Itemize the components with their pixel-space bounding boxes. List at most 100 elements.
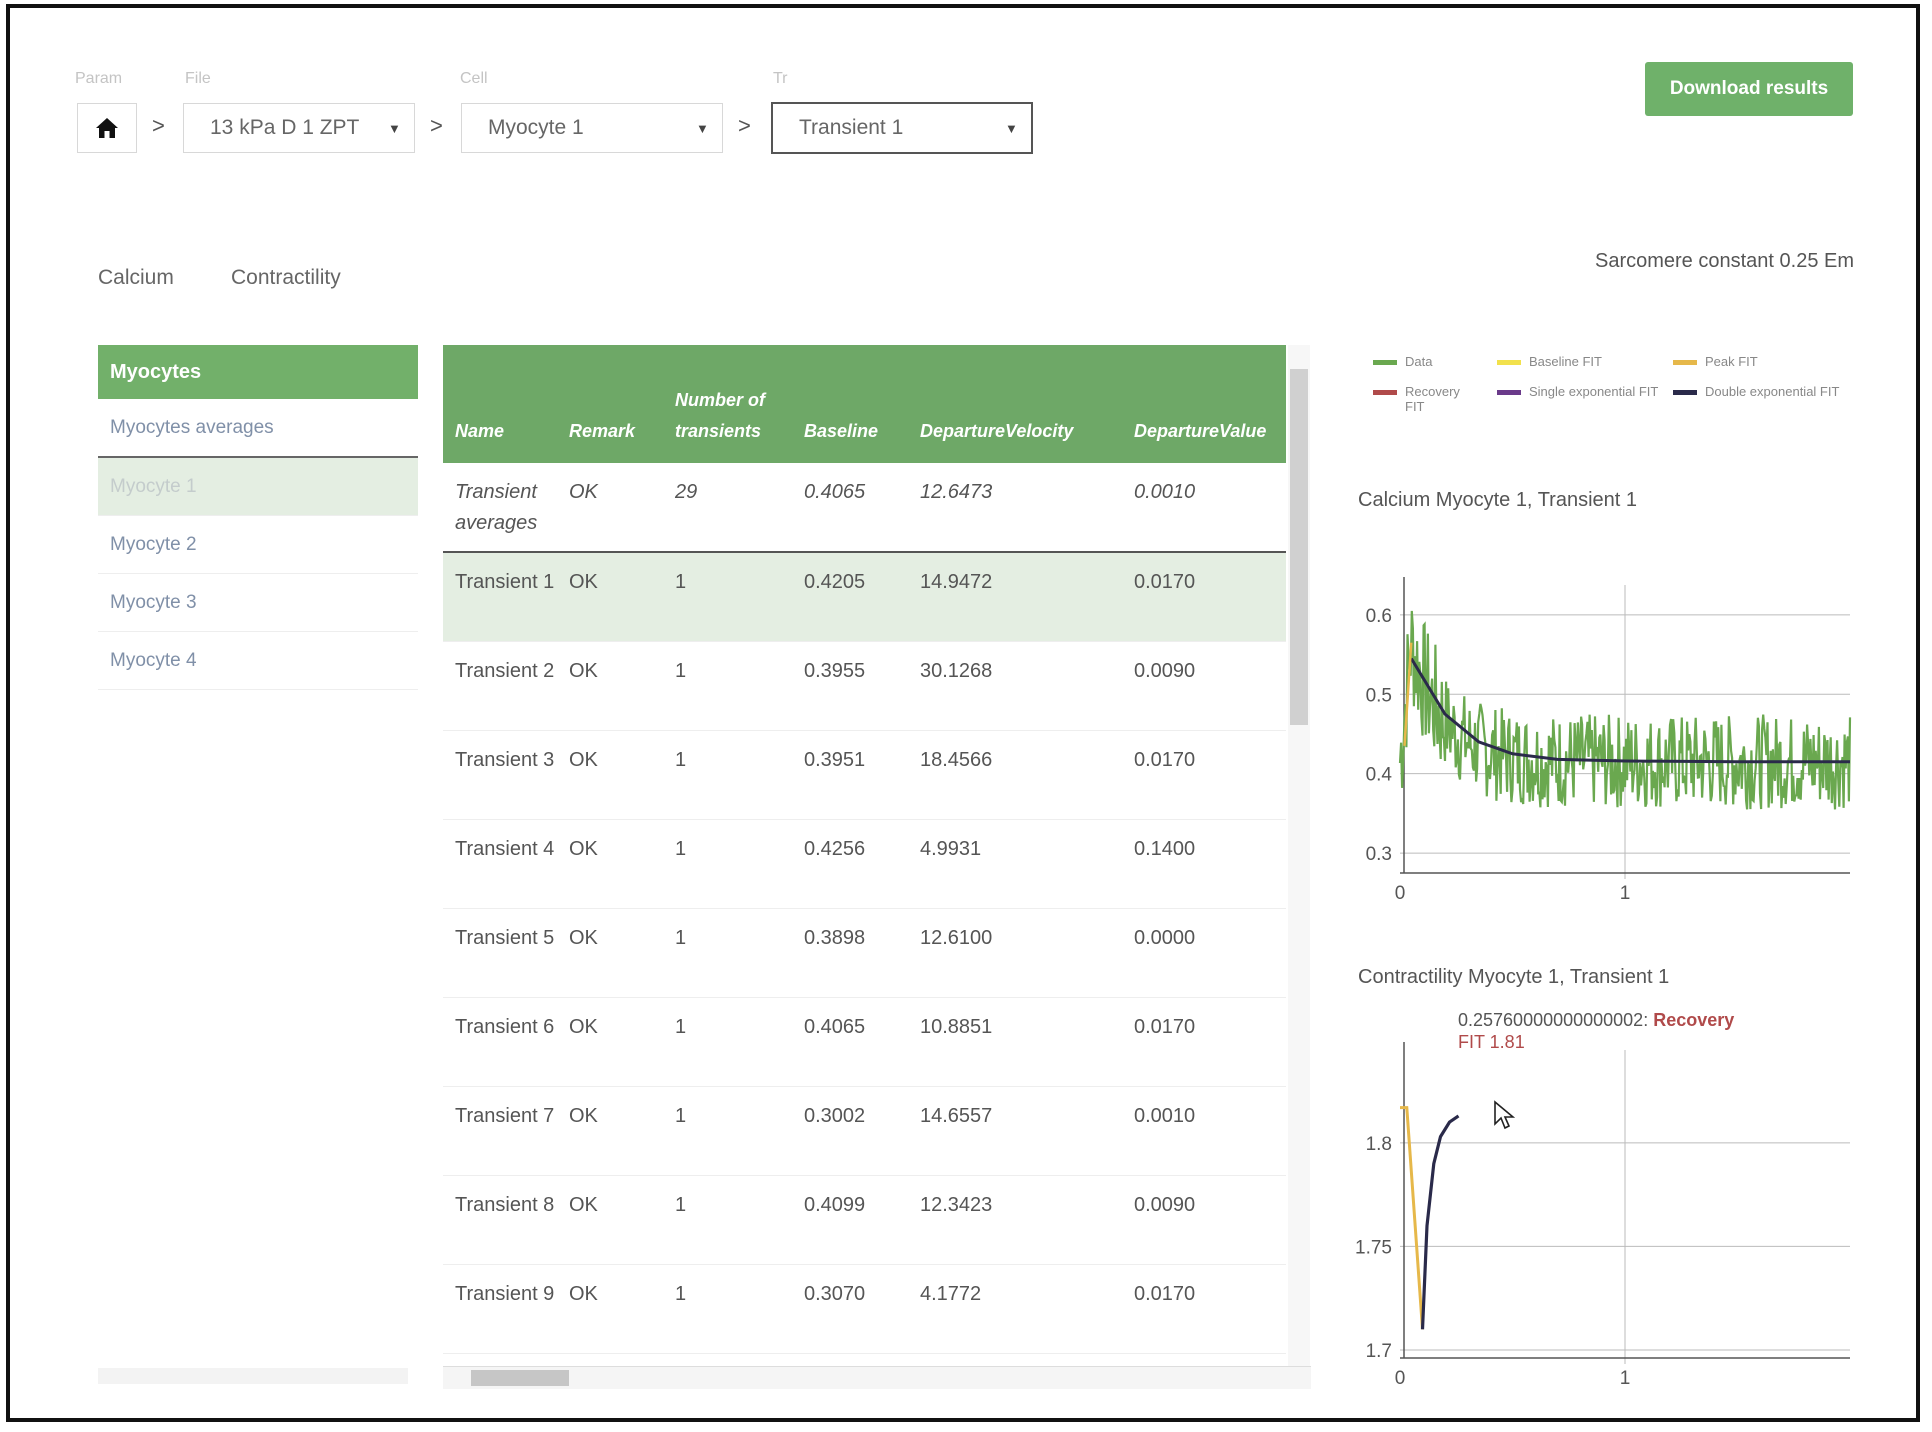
legend-label: Peak FIT: [1705, 354, 1758, 369]
legend-swatch: [1673, 360, 1697, 365]
cell-remark: OK: [557, 997, 663, 1087]
cell-departure-value: 0.0170: [1122, 552, 1286, 642]
cell-baseline: 0.4065: [792, 463, 908, 553]
legend-item[interactable]: Double exponential FIT: [1673, 384, 1855, 399]
column-header-baseline[interactable]: Baseline: [792, 345, 908, 463]
crumb-label-param: Param: [75, 70, 123, 87]
table-vertical-scrollbar[interactable]: [1288, 345, 1310, 1380]
calcium-chart[interactable]: 0.6 0.5 0.4 0.30 1: [1340, 525, 1860, 925]
cell-name: Transient 4: [443, 819, 557, 909]
cell-remark: OK: [557, 641, 663, 731]
cell-departure-velocity: 12.6473: [908, 463, 1122, 553]
legend-item[interactable]: Recovery FIT: [1373, 384, 1475, 414]
y-tick-label: 0.5: [1366, 685, 1392, 706]
legend-label: Baseline FIT: [1529, 354, 1602, 369]
table-row[interactable]: Transient 6 OK 1 0.4065 10.8851 0.0170: [443, 997, 1286, 1087]
cell-departure-value: 0.0000: [1122, 908, 1286, 998]
cell-departure-value: 0.0010: [1122, 1086, 1286, 1176]
file-select-value: 13 kPa D 1 ZPT: [210, 116, 360, 139]
breadcrumb-separator: >: [738, 113, 751, 138]
cell-departure-velocity: 4.9931: [908, 819, 1122, 909]
cell-count: 1: [663, 641, 792, 731]
cell-baseline: 0.3002: [792, 1086, 908, 1176]
x-tick-label: 0: [1395, 883, 1406, 904]
tab-calcium[interactable]: Calcium: [98, 266, 174, 290]
cell-name: Transient 6: [443, 997, 557, 1087]
table-row[interactable]: Transient 3 OK 1 0.3951 18.4566 0.0170: [443, 730, 1286, 820]
table-row[interactable]: Transient 5 OK 1 0.3898 12.6100 0.0000: [443, 908, 1286, 998]
legend-item[interactable]: Baseline FIT: [1497, 354, 1639, 369]
myocyte-sidebar: Myocytes Myocytes averages Myocyte 1 Myo…: [98, 345, 418, 690]
sidebar-item-myocyte-2[interactable]: Myocyte 2: [98, 516, 418, 574]
table-row[interactable]: Transient 2 OK 1 0.3955 30.1268 0.0090: [443, 641, 1286, 731]
legend-label: Single exponential FIT: [1529, 384, 1659, 399]
cell-name: Transient 9: [443, 1264, 557, 1354]
cell-departure-value: 0.0170: [1122, 1264, 1286, 1354]
cell-count: 1: [663, 997, 792, 1087]
table-row[interactable]: Transient 7 OK 1 0.3002 14.6557 0.0010: [443, 1086, 1286, 1176]
legend-item[interactable]: Peak FIT: [1673, 354, 1815, 369]
cell-departure-velocity: 14.6557: [908, 1086, 1122, 1176]
cell-departure-value: 0.1400: [1122, 819, 1286, 909]
cell-count: 1: [663, 1086, 792, 1176]
table-row[interactable]: Transient 4 OK 1 0.4256 4.9931 0.1400: [443, 819, 1286, 909]
cell-name: Transient 1: [443, 552, 557, 642]
cell-departure-velocity: 18.4566: [908, 730, 1122, 820]
transient-select-value: Transient 1: [799, 116, 904, 139]
download-results-button[interactable]: Download results: [1645, 62, 1853, 116]
table-row[interactable]: Transient 8 OK 1 0.4099 12.3423 0.0090: [443, 1175, 1286, 1265]
cell-baseline: 0.3898: [792, 908, 908, 998]
chevron-down-icon: ▼: [1005, 120, 1018, 136]
y-tick-label: 1.8: [1366, 1134, 1392, 1155]
column-header-name[interactable]: Name: [443, 345, 557, 463]
contractility-chart[interactable]: 1.8 1.75 1.70 1 0.25760000000000002: Recover…: [1340, 1000, 1860, 1400]
x-tick-label: 1: [1620, 1368, 1631, 1389]
cell-departure-velocity: 4.1772: [908, 1264, 1122, 1354]
home-button[interactable]: [77, 103, 137, 153]
table-horizontal-scrollbar[interactable]: [443, 1366, 1311, 1389]
scrollbar-thumb[interactable]: [1290, 369, 1308, 725]
legend-label: Double exponential FIT: [1705, 384, 1840, 399]
table-row[interactable]: Transient averages OK 29 0.4065 12.6473 0.001…: [443, 463, 1286, 553]
x-tick-label: 1: [1620, 883, 1631, 904]
column-header-departure-velocity[interactable]: DepartureVelocity: [908, 345, 1122, 463]
sidebar-item-myocyte-4[interactable]: Myocyte 4: [98, 632, 418, 690]
cell-baseline: 0.3070: [792, 1264, 908, 1354]
y-tick-label: 1.7: [1366, 1341, 1392, 1362]
sidebar-item-myocyte-1[interactable]: Myocyte 1: [98, 458, 418, 516]
calcium-chart-title: Calcium Myocyte 1, Transient 1: [1358, 489, 1637, 511]
cell-departure-value: 0.0090: [1122, 1175, 1286, 1265]
file-select[interactable]: 13 kPa D 1 ZPT ▼: [183, 103, 415, 153]
cell-select[interactable]: Myocyte 1 ▼: [461, 103, 723, 153]
legend-label: Recovery FIT: [1405, 384, 1460, 414]
cell-departure-value: 0.0170: [1122, 997, 1286, 1087]
table-row[interactable]: Transient 9 OK 1 0.3070 4.1772 0.0170: [443, 1264, 1286, 1354]
column-header-number-of-transients[interactable]: Number of transients: [663, 345, 792, 463]
crumb-label-file: File: [185, 70, 211, 87]
cell-count: 1: [663, 908, 792, 998]
cell-count: 1: [663, 1264, 792, 1354]
legend-swatch: [1673, 390, 1697, 395]
cell-remark: OK: [557, 908, 663, 998]
legend-item[interactable]: Data: [1373, 354, 1515, 369]
chevron-down-icon: ▼: [696, 120, 709, 136]
tab-contractility[interactable]: Contractility: [231, 266, 341, 290]
sidebar-item-myocyte-3[interactable]: Myocyte 3: [98, 574, 418, 632]
transients-table: Name Remark Number of transients Baselin…: [443, 345, 1286, 1390]
table-row[interactable]: Transient 1 OK 1 0.4205 14.9472 0.0170: [443, 552, 1286, 642]
cell-baseline: 0.4205: [792, 552, 908, 642]
y-tick-label: 1.75: [1355, 1237, 1392, 1258]
cell-remark: OK: [557, 1264, 663, 1354]
cell-count: 1: [663, 819, 792, 909]
scrollbar-thumb[interactable]: [471, 1370, 569, 1386]
column-header-departure-value[interactable]: DepartureValue: [1122, 345, 1286, 463]
cell-remark: OK: [557, 552, 663, 642]
cell-count: 1: [663, 1175, 792, 1265]
crumb-label-cell: Cell: [460, 70, 488, 87]
sidebar-scrollbar[interactable]: [98, 1368, 408, 1384]
transient-select[interactable]: Transient 1 ▼: [771, 102, 1033, 154]
column-header-remark[interactable]: Remark: [557, 345, 663, 463]
sidebar-item-averages[interactable]: Myocytes averages: [98, 399, 418, 458]
cell-departure-value: 0.0090: [1122, 641, 1286, 731]
legend-item[interactable]: Single exponential FIT: [1497, 384, 1659, 399]
